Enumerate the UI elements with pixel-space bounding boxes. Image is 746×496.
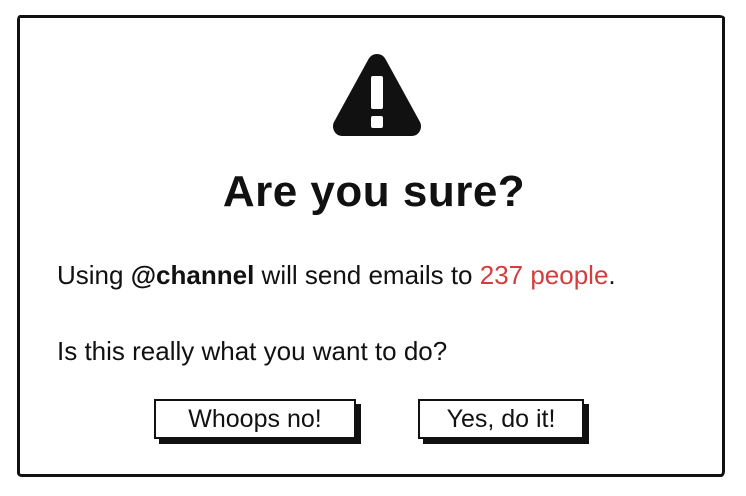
message-suffix: . bbox=[608, 260, 616, 290]
cancel-button[interactable]: Whoops no! bbox=[154, 399, 356, 439]
recipient-count: 237 people bbox=[479, 260, 609, 290]
channel-mention: @channel bbox=[130, 260, 255, 290]
confirm-button[interactable]: Yes, do it! bbox=[418, 399, 584, 439]
warning-triangle-icon bbox=[328, 50, 426, 140]
dialog-title: Are you sure? bbox=[222, 167, 526, 216]
message-middle: will send emails to bbox=[254, 260, 480, 290]
message-prefix: Using bbox=[57, 260, 131, 290]
dialog-message: Using @channel will send emails to 237 p… bbox=[57, 258, 717, 292]
confirmation-dialog: Are you sure? Using @channel will send e… bbox=[17, 15, 725, 477]
dialog-question: Is this really what you want to do? bbox=[57, 336, 448, 366]
